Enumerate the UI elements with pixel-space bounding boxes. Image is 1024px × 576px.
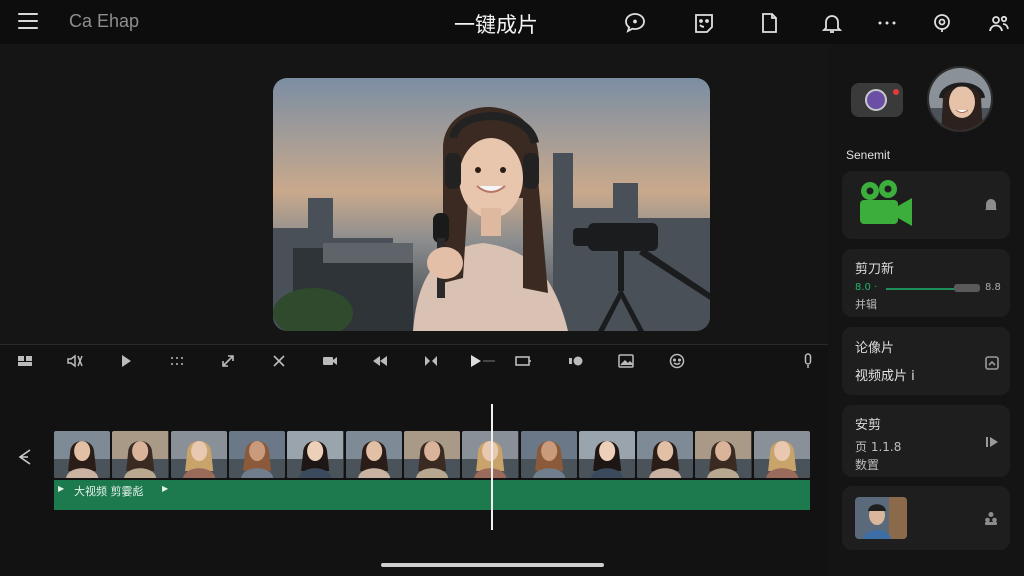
mask-icon[interactable] xyxy=(567,352,585,370)
camera-green-icon xyxy=(860,180,912,226)
clip-thumbnail[interactable] xyxy=(637,431,694,478)
split-icon[interactable] xyxy=(422,352,440,370)
card-trim[interactable]: 剪刀新 8.0 · 8.8 并辑 xyxy=(842,249,1010,317)
card-cut[interactable]: 安剪 页 1.1.8 数置 xyxy=(842,405,1010,477)
clip-thumbnail[interactable] xyxy=(403,431,461,478)
track-label: 大视频 剪霎彪 xyxy=(74,485,144,498)
top-bar: Ca Ehap 一键成片 xyxy=(0,0,1024,44)
clip-thumbnail[interactable] xyxy=(170,431,227,478)
avatar[interactable] xyxy=(927,66,993,132)
frame-icon[interactable] xyxy=(984,355,1000,371)
clip-thumbnail[interactable] xyxy=(228,431,286,478)
card-subtitle: 并辑 xyxy=(855,298,877,311)
grid-icon[interactable] xyxy=(168,352,186,370)
clip-thumbnail[interactable] xyxy=(695,431,752,478)
sticker-face-icon[interactable] xyxy=(668,352,686,370)
audio-track[interactable]: ▶ 大视频 剪霎彪 ▶ xyxy=(54,480,810,510)
document-icon[interactable] xyxy=(757,11,781,35)
mic-icon[interactable] xyxy=(799,352,817,370)
card-camera-effect[interactable] xyxy=(842,171,1010,239)
clip-strip[interactable] xyxy=(54,431,811,478)
play-small-icon[interactable] xyxy=(984,434,1000,450)
menu-icon[interactable] xyxy=(18,13,38,30)
card-version: 页 1.1.8 xyxy=(855,440,902,454)
location-icon[interactable] xyxy=(930,11,954,35)
divider xyxy=(0,344,828,345)
app-name: Ca Ehap xyxy=(69,11,140,31)
clip-thumbnail[interactable] xyxy=(345,431,402,478)
clip-thumbnail[interactable] xyxy=(54,431,111,478)
play-icon[interactable] xyxy=(117,352,135,370)
slider-value: 8.0 · xyxy=(855,282,878,293)
rewind-icon[interactable] xyxy=(371,352,389,370)
expand-icon[interactable] xyxy=(219,352,237,370)
card-video-clip[interactable]: 论像片 视频成片 ⅰ xyxy=(842,327,1010,395)
card-person[interactable] xyxy=(842,486,1010,550)
record-dot-icon xyxy=(893,89,899,95)
back-icon[interactable] xyxy=(16,447,34,467)
playhead[interactable] xyxy=(491,404,493,530)
more-icon[interactable] xyxy=(875,11,899,35)
person-thumbnail xyxy=(855,497,907,539)
bell-icon[interactable] xyxy=(820,11,844,35)
camera-lens-icon xyxy=(865,89,887,111)
close-icon[interactable] xyxy=(270,352,288,370)
video-preview[interactable] xyxy=(273,78,710,331)
clip-thumbnail[interactable] xyxy=(112,431,169,478)
page-title: 一键成片 xyxy=(454,13,538,37)
card-title: 论像片 xyxy=(855,341,895,356)
clip-thumbnail[interactable] xyxy=(753,431,811,478)
card-settings: 数置 xyxy=(855,458,880,472)
track-play-icon: ▶ xyxy=(58,484,65,493)
clip-thumbnail[interactable] xyxy=(578,431,636,478)
video-camera-icon[interactable] xyxy=(321,352,339,370)
sticker-icon[interactable] xyxy=(692,11,716,35)
people-icon[interactable] xyxy=(987,11,1011,35)
clip-thumbnail[interactable] xyxy=(520,431,577,478)
card-title: 剪刀新 xyxy=(855,262,895,277)
home-indicator xyxy=(381,563,604,567)
audio-split-icon[interactable] xyxy=(66,352,84,370)
section-label: Senemit xyxy=(846,148,891,162)
bell-small-icon[interactable] xyxy=(983,197,999,213)
crop-icon[interactable] xyxy=(514,352,532,370)
card-title: 安剪 xyxy=(855,418,882,433)
image-icon[interactable] xyxy=(617,352,635,370)
layers-icon[interactable] xyxy=(16,352,34,370)
slider-max: 8.8 xyxy=(985,282,1001,293)
users-icon[interactable] xyxy=(983,510,999,526)
track-play-icon: ▶ xyxy=(162,484,169,493)
slider-handle[interactable] xyxy=(954,284,980,292)
play-forward-icon[interactable] xyxy=(468,352,498,370)
clip-thumbnail[interactable] xyxy=(287,431,344,478)
card-subtitle: 视频成片 ⅰ xyxy=(855,369,915,384)
chat-icon[interactable] xyxy=(623,11,647,35)
record-button[interactable] xyxy=(851,83,903,117)
